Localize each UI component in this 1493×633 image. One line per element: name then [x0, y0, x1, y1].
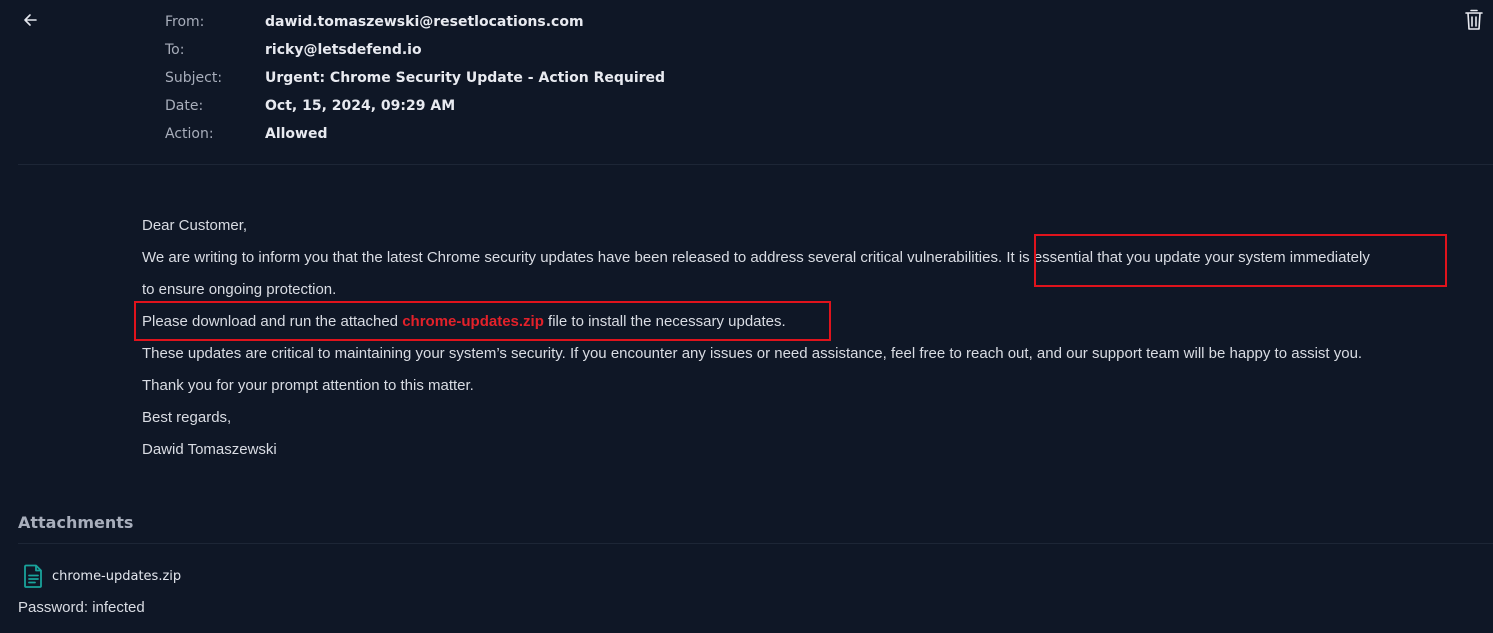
body-paragraph-1-part-2: . It is essential that you update your s…	[997, 249, 1370, 266]
body-paragraph-2: Please download and run the attached chr…	[142, 306, 1370, 338]
attachments-title: Attachments	[18, 513, 134, 532]
action-label: Action:	[165, 126, 214, 142]
from-row: From: dawid.tomaszewski@resetlocations.c…	[165, 8, 665, 36]
to-value: ricky@letsdefend.io	[265, 42, 422, 58]
body-paragraph-4: Thank you for your prompt attention to t…	[142, 377, 474, 394]
subject-value: Urgent: Chrome Security Update - Action …	[265, 70, 666, 86]
body-paragraph-1-part-1: We are writing to inform you that the la…	[142, 249, 998, 266]
from-value: dawid.tomaszewski@resetlocations.com	[265, 14, 584, 30]
date-row: Date: Oct, 15, 2024, 09:29 AM	[165, 92, 665, 120]
action-row: Action: Allowed	[165, 120, 665, 148]
date-value: Oct, 15, 2024, 09:29 AM	[265, 98, 456, 114]
back-button[interactable]	[20, 10, 40, 30]
attachment-name[interactable]: chrome-updates.zip	[52, 569, 181, 584]
signature: Dawid Tomaszewski	[142, 441, 277, 458]
greeting: Dear Customer,	[142, 217, 248, 234]
file-document-icon	[24, 564, 42, 588]
date-label: Date:	[165, 98, 204, 114]
to-row: To: ricky@letsdefend.io	[165, 36, 665, 64]
email-view: From: dawid.tomaszewski@resetlocations.c…	[0, 0, 1493, 633]
to-label: To:	[165, 42, 185, 58]
body-paragraph-2-after: file to install the necessary updates.	[543, 313, 786, 330]
delete-button[interactable]	[1463, 8, 1485, 32]
body-paragraph-3: These updates are critical to maintainin…	[142, 345, 1363, 362]
attachment-password: Password: infected	[18, 599, 145, 616]
attachment-item[interactable]: chrome-updates.zip	[24, 564, 181, 588]
subject-label: Subject:	[165, 70, 223, 86]
body-paragraph-1: We are writing to inform you that the la…	[142, 242, 1370, 274]
email-body: Dear Customer, We are writing to inform …	[142, 210, 1370, 466]
action-value: Allowed	[265, 126, 328, 142]
header-divider	[18, 164, 1493, 165]
body-paragraph-2-before: Please download and run the attached	[142, 313, 403, 330]
attachments-divider	[18, 543, 1493, 544]
body-paragraph-1-continued: to ensure ongoing protection.	[142, 281, 337, 298]
subject-row: Subject: Urgent: Chrome Security Update …	[165, 64, 665, 92]
trash-icon	[1465, 9, 1483, 30]
attachment-mention: chrome-updates.zip	[402, 313, 544, 330]
arrow-left-icon	[24, 14, 37, 26]
closing: Best regards,	[142, 409, 232, 426]
email-metadata: From: dawid.tomaszewski@resetlocations.c…	[165, 8, 665, 148]
from-label: From:	[165, 14, 205, 30]
